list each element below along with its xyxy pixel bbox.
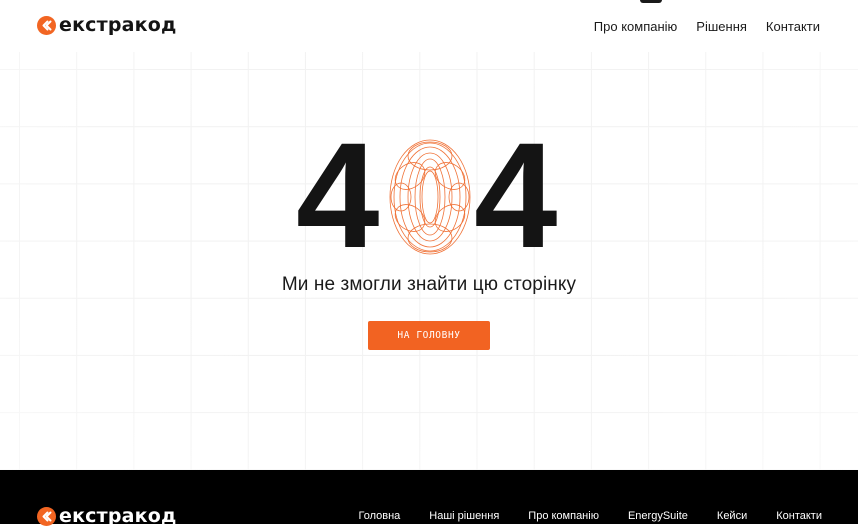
- footer-link-home[interactable]: Головна: [359, 510, 401, 522]
- footer-link-contacts[interactable]: Контакти: [776, 510, 822, 522]
- site-footer: екстракод Головна Наші рішення Про компа…: [0, 470, 858, 526]
- nav-link-about[interactable]: Про компанію: [594, 19, 678, 34]
- torus-zero-icon: [389, 139, 471, 255]
- footer-link-about[interactable]: Про компанію: [528, 510, 599, 522]
- footer-link-cases[interactable]: Кейси: [717, 510, 747, 522]
- footer-link-solutions[interactable]: Наші рішення: [429, 510, 499, 522]
- logo-wordmark: екстракод: [59, 14, 177, 36]
- site-header: екстракод Про компанію Рішення Контакти: [0, 0, 858, 52]
- nav-link-solutions[interactable]: Рішення: [696, 19, 747, 34]
- go-home-button[interactable]: НА ГОЛОВНУ: [368, 321, 490, 350]
- error-digit-right: 4: [474, 111, 558, 279]
- footer-logo-mark-icon: [37, 507, 56, 526]
- footer-link-energysuite[interactable]: EnergySuite: [628, 510, 688, 522]
- error-digit-left: 4: [296, 111, 380, 279]
- header-nav: Про компанію Рішення Контакти: [594, 19, 820, 34]
- footer-nav: Головна Наші рішення Про компанію Energy…: [359, 510, 823, 522]
- footer-logo[interactable]: екстракод: [37, 507, 177, 526]
- top-edge-tab: [640, 0, 662, 3]
- site-logo[interactable]: екстракод: [37, 16, 177, 35]
- logo-mark-icon: [37, 16, 56, 35]
- footer-logo-wordmark: екстракод: [59, 505, 177, 527]
- nav-link-contacts[interactable]: Контакти: [766, 19, 820, 34]
- error-message: Ми не змогли знайти цю сторінку: [281, 274, 577, 295]
- error-code: 4 4: [0, 111, 858, 279]
